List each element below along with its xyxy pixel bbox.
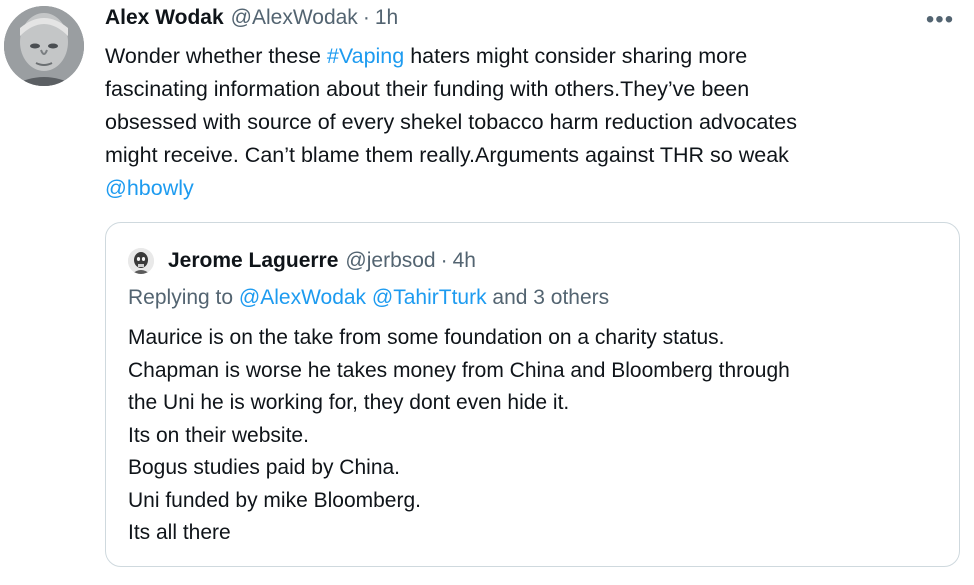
more-options-icon[interactable]: ••• — [920, 6, 960, 34]
quoted-author-name[interactable]: Jerome Laguerre — [168, 249, 338, 273]
author-handle[interactable]: @AlexWodak — [231, 6, 358, 30]
tweet-timestamp[interactable]: 1h — [375, 6, 398, 30]
quoted-timestamp[interactable]: 4h — [453, 249, 476, 273]
quoted-text-line: Bogus studies paid by China. — [128, 456, 401, 479]
text-segment: Wonder whether these — [105, 44, 327, 68]
author-avatar-image — [4, 6, 84, 86]
quoted-author-handle[interactable]: @jerbsod — [345, 249, 435, 273]
tweet-text-line: fascinating information about their fund… — [105, 77, 750, 101]
quoted-text-line: the Uni he is working for, they dont eve… — [128, 391, 570, 414]
quoted-tweet[interactable]: Jerome Laguerre @jerbsod · 4h Replying t… — [105, 222, 960, 567]
quoted-text-line: Its all there — [128, 521, 231, 544]
replying-to: Replying to @AlexWodak @TahirTturk and 3… — [128, 286, 609, 310]
quoted-text-line: Maurice is on the take from some foundat… — [128, 326, 725, 349]
reply-mention-link[interactable]: @TahirTturk — [372, 286, 487, 309]
tweet-text-line: @hbowly — [105, 172, 945, 205]
reply-mention-link[interactable]: @AlexWodak — [239, 286, 366, 309]
author-avatar[interactable] — [4, 6, 84, 86]
quoted-header-separator: · — [440, 249, 448, 272]
quoted-tweet-header: Jerome Laguerre @jerbsod · 4h — [128, 247, 476, 275]
quoted-avatar-image — [128, 248, 154, 274]
quoted-author-avatar[interactable] — [128, 248, 154, 274]
quoted-tweet-text: Maurice is on the take from some foundat… — [128, 322, 948, 550]
tweet[interactable]: Alex Wodak @AlexWodak · 1h ••• Wonder wh… — [0, 0, 974, 585]
tweet-text-line: Wonder whether these #Vaping haters migh… — [105, 40, 945, 73]
quoted-text-line: Chapman is worse he takes money from Chi… — [128, 358, 790, 382]
author-name[interactable]: Alex Wodak — [105, 6, 224, 30]
replying-to-prefix: Replying to — [128, 286, 239, 309]
tweet-text-line: might receive. Can’t blame them really.A… — [105, 143, 789, 167]
tweet-header: Alex Wodak @AlexWodak · 1h — [105, 6, 398, 36]
quoted-text-line: Uni funded by mike Bloomberg. — [128, 488, 421, 512]
quoted-text-line: Its on their website. — [128, 423, 309, 447]
tweet-text: Wonder whether these #Vaping haters migh… — [105, 40, 945, 205]
mention-link[interactable]: @hbowly — [105, 176, 194, 200]
replying-to-suffix[interactable]: and 3 others — [487, 286, 609, 309]
header-separator: · — [362, 6, 370, 29]
hashtag-link[interactable]: #Vaping — [327, 44, 404, 68]
tweet-text-line: obsessed with source of every shekel tob… — [105, 110, 797, 134]
text-segment: haters might consider sharing more — [404, 44, 748, 68]
